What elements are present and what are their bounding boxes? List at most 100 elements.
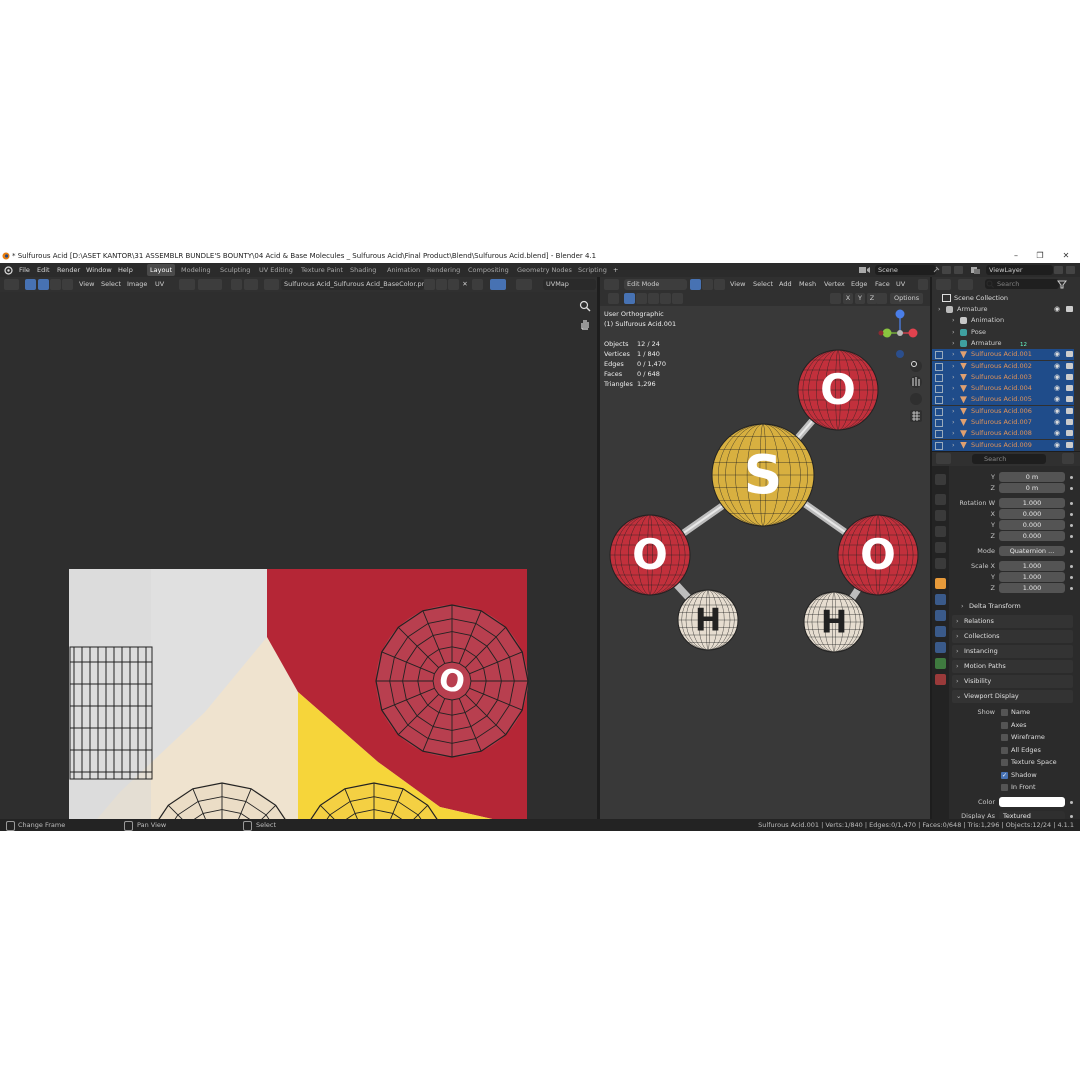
uv-canvas[interactable]: OHSSOH <box>0 292 597 819</box>
face-mode-button[interactable] <box>714 279 725 290</box>
render-camera-icon[interactable] <box>1066 407 1073 414</box>
tab-animation[interactable]: Animation <box>384 264 423 276</box>
outliner-item[interactable]: › Armature ◉ <box>932 304 1074 315</box>
pin-image-icon[interactable] <box>472 279 483 290</box>
scene-icon[interactable] <box>858 265 872 275</box>
vp-menu-edge[interactable]: Edge <box>851 279 867 290</box>
view-layer-tab-icon[interactable] <box>935 526 946 537</box>
uv-sync-icon[interactable] <box>490 279 506 290</box>
select-checkbox-icon[interactable] <box>935 419 943 427</box>
section-instancing[interactable]: › Instancing <box>952 645 1073 658</box>
visibility-eye-icon[interactable]: ◉ <box>1054 361 1060 372</box>
face-select-button[interactable] <box>50 279 61 290</box>
outliner-item[interactable]: › Armature 12 <box>932 338 1074 349</box>
image-name-field[interactable]: Sulfurous Acid_Sulfurous Acid_BaseColor.… <box>281 279 424 290</box>
mirror-icon[interactable] <box>830 293 841 304</box>
delete-scene-button[interactable] <box>954 266 963 274</box>
editor-type-button[interactable] <box>936 453 951 464</box>
select-checkbox-icon[interactable] <box>935 396 943 405</box>
constraints-tab-icon[interactable] <box>935 642 946 653</box>
outliner-item[interactable]: › Sulfurous Acid.001 ◉ <box>932 349 1074 361</box>
uv-island-o[interactable]: O <box>375 604 529 758</box>
image-browse-icon[interactable] <box>264 279 279 290</box>
fake-user-icon[interactable] <box>424 279 435 290</box>
keyframe-dot-icon[interactable] <box>1070 513 1073 516</box>
delete-view-layer-button[interactable] <box>1066 266 1075 274</box>
visibility-eye-icon[interactable]: ◉ <box>1054 417 1060 428</box>
keyframe-dot-icon[interactable] <box>1070 576 1073 579</box>
expand-chevron-icon[interactable]: › <box>952 417 955 428</box>
location-y-field[interactable]: 0 m <box>999 472 1065 482</box>
open-image-icon[interactable] <box>448 279 459 290</box>
section-motion-paths[interactable]: › Motion Paths <box>952 660 1073 673</box>
outliner-item[interactable]: › Sulfurous Acid.007 ◉ <box>932 417 1074 428</box>
show-wireframe[interactable]: Wireframe <box>1001 732 1080 743</box>
section-viewport-display[interactable]: ⌄ Viewport Display <box>952 690 1073 703</box>
keyframe-dot-icon[interactable] <box>1070 550 1073 553</box>
maximize-button[interactable]: ❐ <box>1028 249 1052 263</box>
data-tab-icon[interactable] <box>935 658 946 669</box>
overlay-icon[interactable] <box>516 279 532 290</box>
uv-menu-view[interactable]: View <box>79 279 94 290</box>
checkbox[interactable] <box>1001 721 1008 729</box>
uv-menu-uv[interactable]: UV <box>155 279 164 290</box>
atom-h[interactable]: H <box>677 589 739 651</box>
vp-menu-add[interactable]: Add <box>779 279 792 290</box>
atom-h[interactable]: H <box>803 591 865 653</box>
render-camera-icon[interactable] <box>1066 306 1073 312</box>
tab-modeling[interactable]: Modeling <box>178 264 214 276</box>
visibility-eye-icon[interactable]: ◉ <box>1054 440 1060 451</box>
atom-o[interactable]: O <box>797 349 879 431</box>
atom-s[interactable]: S <box>711 423 815 527</box>
tab-compositing[interactable]: Compositing <box>465 264 512 276</box>
render-camera-icon[interactable] <box>1066 373 1073 380</box>
output-tab-icon[interactable] <box>935 510 946 521</box>
tool-settings-icon[interactable] <box>608 293 619 304</box>
zoom-icon[interactable] <box>579 300 591 312</box>
select-checkbox-icon[interactable] <box>935 441 943 450</box>
options-button[interactable]: Options <box>890 293 924 304</box>
menu-window[interactable]: Window <box>86 263 112 277</box>
proportional-icon[interactable] <box>231 279 242 290</box>
molecule-atoms[interactable]: OSO OH H <box>609 349 919 653</box>
viewport-svg[interactable]: OSO OH H <box>600 306 930 819</box>
render-camera-icon[interactable] <box>1066 362 1073 369</box>
atom-o[interactable]: O <box>609 514 691 596</box>
show-in-front[interactable]: In Front <box>1001 782 1080 793</box>
menu-file[interactable]: File <box>19 263 30 277</box>
visibility-eye-icon[interactable]: ◉ <box>1054 394 1060 405</box>
pivot-icon[interactable] <box>179 279 195 290</box>
tab-sculpting[interactable]: Sculpting <box>217 264 253 276</box>
viewport-nav-buttons[interactable] <box>910 360 922 422</box>
visibility-eye-icon[interactable]: ◉ <box>1054 372 1060 383</box>
tab-layout[interactable]: Layout <box>147 264 176 276</box>
show-all-edges[interactable]: All Edges <box>1001 745 1080 756</box>
tab-geometry-nodes[interactable]: Geometry Nodes <box>514 264 575 276</box>
display-mode-icon[interactable] <box>958 279 973 290</box>
select-checkbox-icon[interactable] <box>935 430 943 439</box>
outliner-search[interactable]: Search <box>985 279 1059 289</box>
scale-2-field[interactable]: 1.000 <box>999 583 1065 593</box>
minimize-button[interactable]: – <box>1004 249 1028 263</box>
expand-chevron-icon[interactable]: › <box>952 428 955 439</box>
checkbox[interactable] <box>1001 784 1008 791</box>
keyframe-dot-icon[interactable] <box>1070 535 1073 538</box>
checkbox[interactable] <box>1001 734 1008 741</box>
keyframe-dot-icon[interactable] <box>1070 800 1073 804</box>
select-intersect-icon[interactable] <box>672 293 683 304</box>
expand-chevron-icon[interactable]: › <box>952 394 955 405</box>
viewport-canvas[interactable]: User Orthographic (1) Sulfurous Acid.001… <box>600 306 930 819</box>
add-workspace-button[interactable]: + <box>610 264 621 276</box>
expand-chevron-icon[interactable]: › <box>952 338 955 349</box>
render-camera-icon[interactable] <box>1066 441 1073 448</box>
new-image-icon[interactable] <box>436 279 447 290</box>
properties-search[interactable]: Search <box>972 454 1046 464</box>
expand-chevron-icon[interactable]: › <box>952 406 955 417</box>
keyframe-dot-icon[interactable] <box>1070 476 1073 479</box>
properties-options-icon[interactable] <box>1062 453 1074 464</box>
vp-menu-select[interactable]: Select <box>753 279 773 290</box>
rotation-2-field[interactable]: 0.000 <box>999 520 1065 530</box>
view-layer-icon[interactable] <box>970 266 984 275</box>
keyframe-dot-icon[interactable] <box>1070 565 1073 568</box>
select-subtract-icon[interactable] <box>648 293 659 304</box>
